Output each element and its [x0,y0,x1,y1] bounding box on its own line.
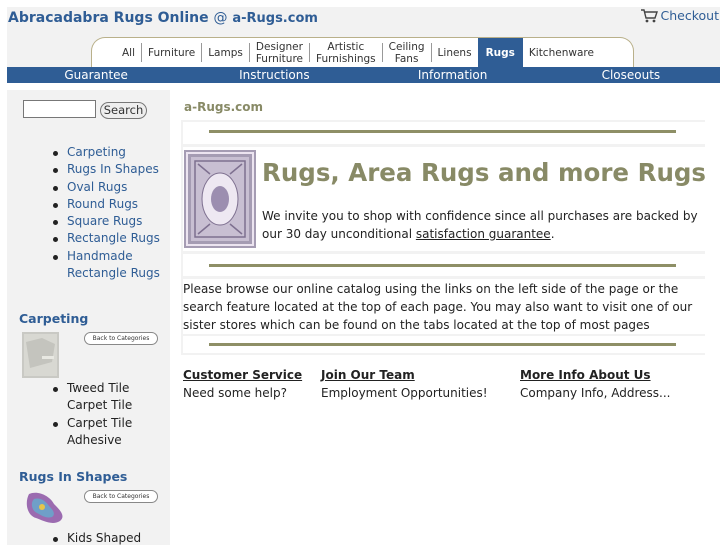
section-heading-carpeting[interactable]: Carpeting [19,311,88,326]
category-tabs: All Furniture Lamps Designer Furniture A… [91,37,634,67]
carpeting-items: Tweed Tile Carpet Tile Carpet Tile Adhes… [53,380,147,450]
tab-kitchenware[interactable]: Kitchenware [523,43,600,62]
category-rugs-in-shapes[interactable]: Rugs In Shapes [53,161,170,178]
search-button[interactable]: Search [100,102,147,119]
site-domain[interactable]: a-Rugs.com [232,11,318,26]
customer-service-subtext: Need some help? [183,386,287,400]
category-carpeting[interactable]: Carpeting [53,144,170,161]
item-tweed-tile-carpet-tile[interactable]: Tweed Tile Carpet Tile [53,380,147,415]
site-at: @ [213,10,228,26]
nav-instructions[interactable]: Instructions [185,67,363,83]
customer-service-link[interactable]: Customer Service [183,368,302,383]
category-oval-rugs[interactable]: Oval Rugs [53,179,170,196]
back-to-categories-button[interactable]: Back to Categories [84,332,158,345]
back-to-categories-button[interactable]: Back to Categories [84,490,158,503]
category-handmade-rectangle-rugs[interactable]: Handmade Rectangle Rugs [53,248,170,283]
tab-all[interactable]: All [116,43,143,62]
hero-title: Rugs, Area Rugs and more Rugs [262,158,707,187]
section-heading-rugs-in-shapes[interactable]: Rugs In Shapes [19,469,127,484]
search-input[interactable] [23,100,96,118]
tab-rugs[interactable]: Rugs [477,38,523,67]
rug-hero-image[interactable] [184,150,256,248]
hero-text-end: . [550,227,555,241]
category-square-rugs[interactable]: Square Rugs [53,213,170,230]
category-rectangle-rugs[interactable]: Rectangle Rugs [53,230,170,247]
cart-icon [640,8,658,22]
category-list: Carpeting Rugs In Shapes Oval Rugs Round… [53,144,170,283]
breadcrumb[interactable]: a-Rugs.com [184,100,263,114]
nav-bar: Guarantee Instructions Information Close… [7,67,720,83]
divider [209,130,676,133]
tab-linens[interactable]: Linens [432,43,478,62]
checkout-link[interactable]: Checkout [640,8,719,23]
item-carpet-tile-adhesive[interactable]: Carpet Tile Adhesive [53,415,147,450]
hero-text: We invite you to shop with confidence si… [262,207,704,243]
more-info-subtext: Company Info, Address... [520,386,671,400]
checkout-label[interactable]: Checkout [661,8,719,23]
carpet-tile-thumbnail[interactable] [22,332,59,378]
intro-text: Please browse our online catalog using t… [183,282,693,332]
site-name[interactable]: Abracadabra Rugs Online [8,10,209,26]
nav-information[interactable]: Information [364,67,542,83]
category-round-rugs[interactable]: Round Rugs [53,196,170,213]
footer-join-our-team: Join Our Team Employment Opportunities! [321,368,488,402]
footer-customer-service: Customer Service Need some help? [183,368,302,402]
top-rule-box [183,122,705,144]
more-info-link[interactable]: More Info About Us [520,368,670,383]
tab-lamps[interactable]: Lamps [202,43,250,62]
item-kids-shaped[interactable]: Kids Shaped [52,530,141,545]
divider [209,343,676,346]
join-our-team-subtext: Employment Opportunities! [321,386,488,400]
divider [209,264,676,267]
tab-designer-furniture[interactable]: Designer Furniture [250,41,310,65]
tab-ceiling-fans[interactable]: Ceiling Fans [383,41,432,65]
footer-more-info: More Info About Us Company Info, Address… [520,368,670,402]
site-header: Abracadabra Rugs Online @ a-Rugs.com Che… [7,7,720,67]
rugs-in-shapes-items: Kids Shaped [52,530,141,545]
site-title[interactable]: Abracadabra Rugs Online @ a-Rugs.com [8,10,318,26]
tab-furniture[interactable]: Furniture [142,43,203,62]
satisfaction-guarantee-link[interactable]: satisfaction guarantee [416,227,551,241]
shaped-rug-thumbnail[interactable] [24,490,66,526]
nav-guarantee[interactable]: Guarantee [7,67,185,83]
sidebar: Search Carpeting Rugs In Shapes Oval Rug… [7,90,170,545]
tab-artistic-furnishings[interactable]: Artistic Furnishings [310,41,383,65]
nav-closeouts[interactable]: Closeouts [542,67,720,83]
join-our-team-link[interactable]: Join Our Team [321,368,488,383]
